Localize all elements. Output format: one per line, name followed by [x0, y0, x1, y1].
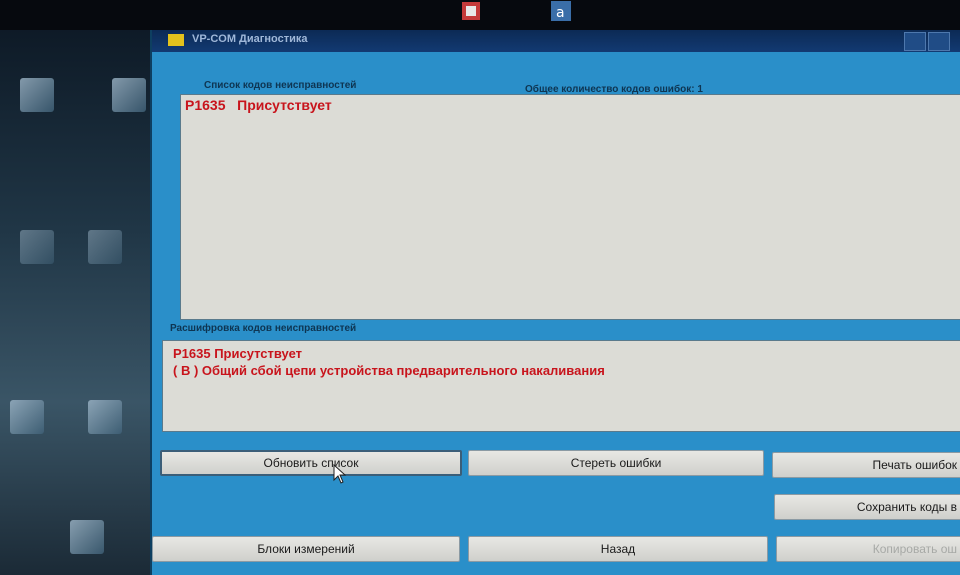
app-icon[interactable] — [460, 0, 482, 22]
fault-list-panel[interactable]: P1635 Присутствует — [180, 94, 960, 320]
desktop-shortcut-icon[interactable] — [70, 520, 104, 554]
decode-line-code: P1635 Присутствует — [173, 346, 303, 361]
desktop-shortcut-icon[interactable] — [112, 78, 146, 112]
save-codes-button[interactable]: Сохранить коды в — [774, 494, 960, 520]
taskbar: a — [0, 0, 960, 30]
fault-code: P1635 — [185, 97, 226, 113]
measurement-blocks-button[interactable]: Блоки измерений — [152, 536, 460, 562]
desktop-shortcut-icon[interactable] — [20, 230, 54, 264]
fault-status: Присутствует — [237, 97, 332, 113]
back-button[interactable]: Назад — [468, 536, 768, 562]
desktop-shortcut-icon[interactable] — [88, 400, 122, 434]
erase-errors-button[interactable]: Стереть ошибки — [468, 450, 764, 476]
svg-text:a: a — [556, 5, 565, 21]
minimize-button[interactable] — [904, 32, 926, 51]
decode-line-description: ( В ) Общий сбой цепи устройства предвар… — [173, 363, 605, 378]
desktop-shortcut-icon[interactable] — [20, 78, 54, 112]
diagnostic-window: VP-COM Диагностика Список кодов неисправ… — [150, 30, 960, 575]
desktop-background — [0, 0, 160, 575]
title-bar: VP-COM Диагностика — [152, 30, 960, 52]
app-logo-icon — [168, 34, 184, 46]
text-app-icon[interactable]: a — [550, 0, 572, 22]
copy-errors-button: Копировать ош — [776, 536, 960, 562]
desktop-shortcut-icon[interactable] — [88, 230, 122, 264]
mouse-cursor-icon — [333, 464, 347, 484]
decode-panel: P1635 Присутствует ( В ) Общий сбой цепи… — [162, 340, 960, 432]
fault-list-item[interactable]: P1635 Присутствует — [181, 95, 960, 114]
fault-list-header: Список кодов неисправностей — [204, 80, 357, 91]
window-title: VP-COM Диагностика — [192, 33, 308, 45]
maximize-button[interactable] — [928, 32, 950, 51]
refresh-list-button[interactable]: Обновить список — [160, 450, 462, 476]
print-errors-button[interactable]: Печать ошибок — [772, 452, 960, 478]
decode-header: Расшифровка кодов неисправностей — [170, 323, 357, 334]
desktop-shortcut-icon[interactable] — [10, 400, 44, 434]
